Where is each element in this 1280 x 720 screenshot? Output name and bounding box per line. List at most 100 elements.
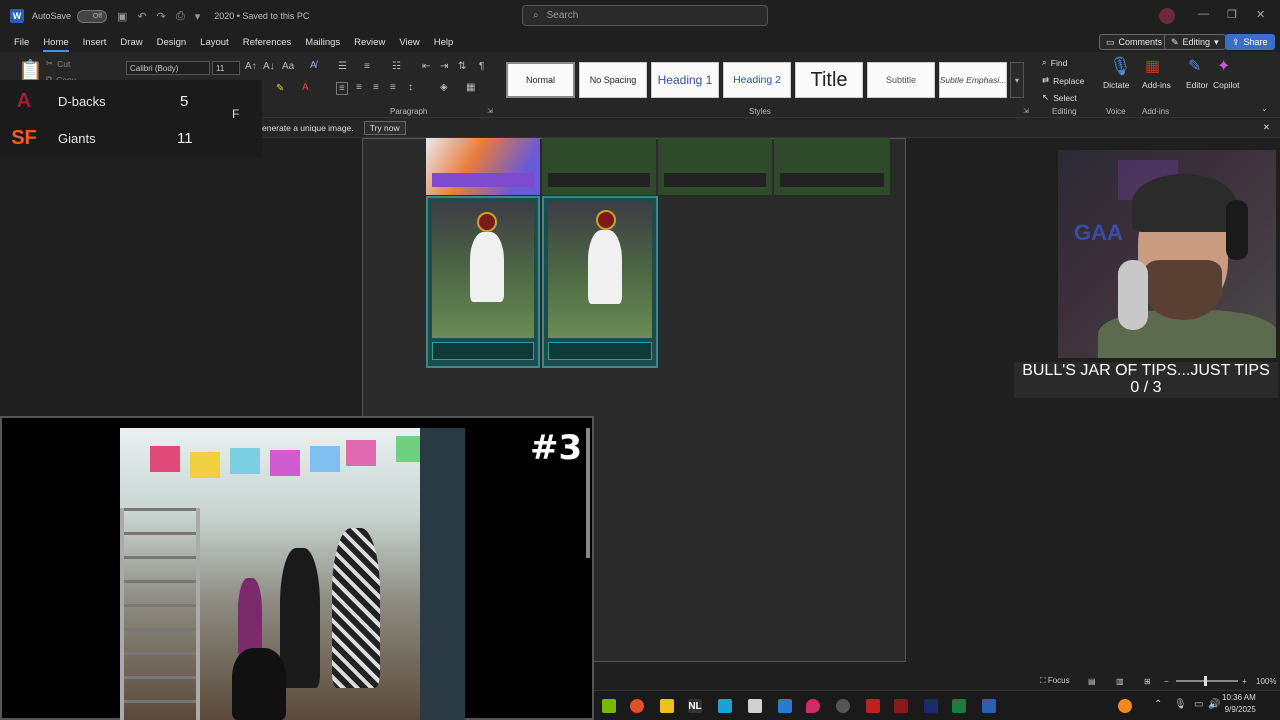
store-icon[interactable] (778, 699, 792, 713)
addins-icon[interactable]: ▦ (1145, 56, 1160, 76)
tab-references[interactable]: References (243, 37, 292, 48)
zoom-slider-thumb[interactable] (1204, 676, 1207, 686)
font-family-select[interactable]: Calibri (Body) (126, 61, 210, 75)
numbering-icon[interactable]: ≡ (364, 61, 370, 72)
scrollbar[interactable] (586, 428, 590, 558)
copilot-icon[interactable]: ✦ (1217, 56, 1230, 76)
redo-icon[interactable]: ↷ (157, 10, 166, 23)
app-icon[interactable] (866, 699, 880, 713)
autosave-toggle[interactable]: Off (77, 9, 108, 23)
microphone-icon[interactable]: 🎙 (1174, 699, 1187, 710)
account-avatar[interactable] (1159, 8, 1175, 24)
align-right-icon[interactable]: ≡ (373, 82, 379, 93)
shrink-font-icon[interactable]: A↓ (263, 61, 275, 72)
editor-icon[interactable]: ✎ (1188, 56, 1201, 76)
tab-layout[interactable]: Layout (200, 37, 229, 48)
increase-indent-icon[interactable]: ⇥ (440, 61, 448, 72)
font-color-icon[interactable]: A (302, 82, 309, 93)
tab-draw[interactable]: Draw (120, 37, 142, 48)
editing-mode-button[interactable]: ✎ Editing ▾ (1164, 34, 1226, 50)
display-icon[interactable]: ▭ (1194, 699, 1203, 710)
system-clock[interactable]: 10:36 AM 9/9/2025 (1222, 692, 1256, 716)
print-layout-icon[interactable]: ▥ (1116, 677, 1124, 686)
align-left-icon[interactable]: ≡ (336, 82, 348, 95)
tab-file[interactable]: File (14, 37, 29, 48)
multilevel-list-icon[interactable]: ☷ (392, 61, 401, 72)
app-icon[interactable] (748, 699, 762, 713)
tab-design[interactable]: Design (157, 37, 187, 48)
close-icon[interactable]: ✕ (1263, 122, 1270, 133)
align-center-icon[interactable]: ≡ (356, 82, 362, 93)
justify-icon[interactable]: ≡ (390, 82, 396, 93)
tab-insert[interactable]: Insert (83, 37, 107, 48)
select-button[interactable]: ↖ Select (1042, 92, 1077, 103)
shading-icon[interactable]: ◈ (440, 82, 448, 93)
pin-app-icon[interactable] (806, 699, 820, 713)
browser-icon[interactable] (630, 699, 644, 713)
collapse-ribbon-icon[interactable]: ⌄ (1261, 104, 1268, 113)
find-button[interactable]: ⌕ Find (1042, 57, 1067, 68)
tab-review[interactable]: Review (354, 37, 385, 48)
share-button[interactable]: ⇪ Share (1225, 34, 1275, 50)
copilot-label[interactable]: Copilot (1213, 80, 1239, 90)
comments-button[interactable]: ▭ Comments (1099, 34, 1170, 50)
read-mode-icon[interactable]: ▤ (1088, 677, 1096, 686)
styles-more-icon[interactable]: ▾ (1010, 62, 1024, 98)
tab-mailings[interactable]: Mailings (305, 37, 340, 48)
line-spacing-icon[interactable]: ↕ (408, 82, 413, 93)
borders-icon[interactable]: ▦ (466, 82, 475, 93)
search-input[interactable]: ⌕ Search (522, 5, 768, 26)
decrease-indent-icon[interactable]: ⇤ (422, 61, 430, 72)
notification-app-icon[interactable] (1118, 699, 1132, 713)
tab-view[interactable]: View (399, 37, 419, 48)
addins-label[interactable]: Add-ins (1142, 80, 1171, 90)
change-case-icon[interactable]: Aa (282, 61, 294, 72)
clear-formatting-icon[interactable]: A̸ (310, 60, 317, 71)
customize-toolbar-icon[interactable]: ▾ (195, 10, 201, 23)
sort-icon[interactable]: ⇅ (458, 61, 466, 72)
document-title[interactable]: 2020 • Saved to this PC (214, 11, 309, 21)
web-layout-icon[interactable]: ⊞ (1144, 677, 1151, 686)
microphone-icon[interactable]: 🎙 (1109, 56, 1132, 77)
dictate-label[interactable]: Dictate (1103, 80, 1129, 90)
style-subtitle[interactable]: Subtitle (867, 62, 935, 98)
grow-font-icon[interactable]: A↑ (245, 61, 257, 72)
app-icon[interactable] (836, 699, 850, 713)
highlight-icon[interactable]: ✎ (276, 83, 284, 94)
app-icon[interactable] (894, 699, 908, 713)
zoom-level[interactable]: 100% (1256, 677, 1276, 686)
styles-launcher-icon[interactable]: ⇲ (1023, 107, 1029, 115)
sticky-notes-icon[interactable] (660, 699, 674, 713)
style-subtle-emphasis[interactable]: Subtle Emphasi... (939, 62, 1007, 98)
excel-icon[interactable] (952, 699, 966, 713)
undo-icon[interactable]: ↶ (137, 10, 146, 23)
style-heading-1[interactable]: Heading 1 (651, 62, 719, 98)
font-size-select[interactable]: 11 (212, 61, 240, 75)
tab-home[interactable]: Home (43, 37, 70, 52)
tab-help[interactable]: Help (434, 37, 454, 48)
vpn-icon[interactable] (718, 699, 732, 713)
chevron-up-icon[interactable]: ⌃ (1154, 699, 1162, 710)
cut-button[interactable]: ✂ Cut (46, 58, 70, 69)
style-title[interactable]: Title (795, 62, 863, 98)
paragraph-launcher-icon[interactable]: ⇲ (487, 107, 493, 115)
style-heading-2[interactable]: Heading 2 (723, 62, 791, 98)
zoom-slider[interactable] (1176, 676, 1238, 686)
focus-button[interactable]: ⛶ Focus (1040, 676, 1070, 686)
nvidia-icon[interactable] (602, 699, 616, 713)
nl-app-icon[interactable]: NL (688, 699, 702, 713)
app-icon[interactable] (924, 699, 938, 713)
style-no-spacing[interactable]: No Spacing (579, 62, 647, 98)
show-marks-icon[interactable]: ¶ (479, 61, 484, 72)
minimize-icon[interactable]: — (1198, 8, 1209, 20)
volume-icon[interactable]: 🔊 (1208, 699, 1220, 710)
editor-label[interactable]: Editor (1186, 80, 1208, 90)
restore-icon[interactable]: ❐ (1227, 8, 1237, 21)
try-now-button[interactable]: Try now (363, 120, 406, 135)
save-icon[interactable]: ▣ (117, 10, 127, 23)
bullets-icon[interactable]: ☰ (338, 61, 347, 72)
word-icon[interactable] (982, 699, 996, 713)
zoom-out-icon[interactable]: − (1164, 677, 1169, 686)
zoom-in-icon[interactable]: + (1242, 677, 1247, 686)
style-normal[interactable]: Normal (506, 62, 575, 98)
